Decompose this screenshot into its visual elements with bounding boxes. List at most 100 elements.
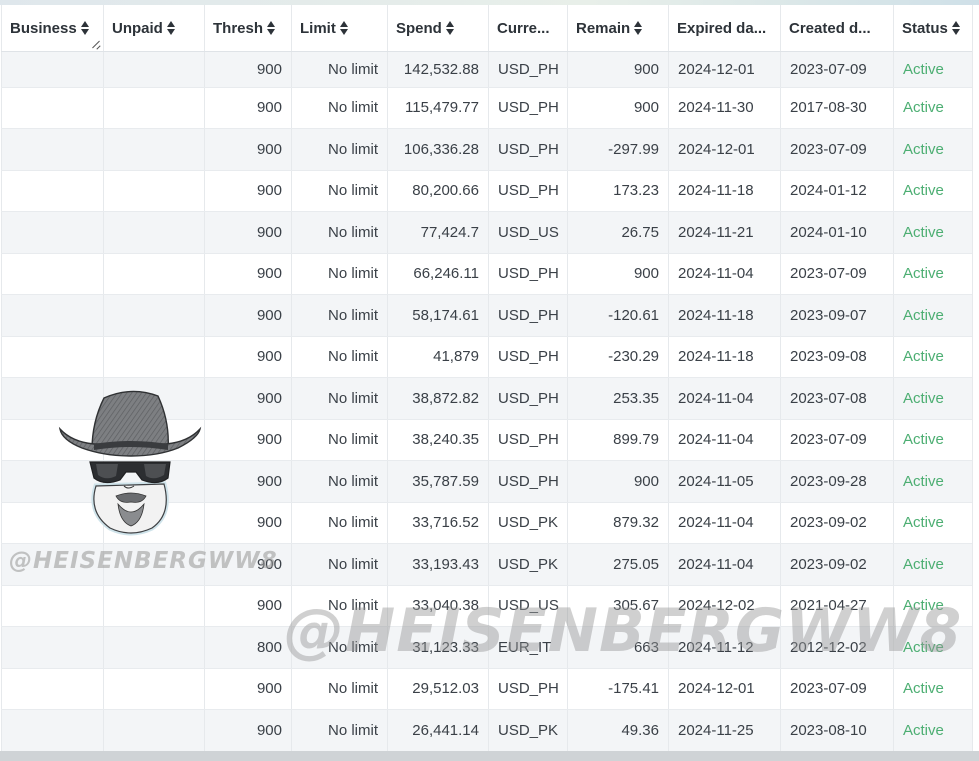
cell-spend: 33,193.43	[387, 543, 489, 586]
cell-limit: No limit	[291, 460, 388, 503]
column-header-spend[interactable]: Spend	[387, 5, 489, 52]
cell-limit: No limit	[291, 626, 388, 669]
cell-spend: 142,532.88	[387, 51, 489, 88]
sort-icon[interactable]	[951, 21, 961, 36]
table-row[interactable]: 900 No limit 115,479.77 USD_PH 900 2024-11-30…	[1, 87, 975, 129]
cell-created: 2023-07-09	[780, 128, 894, 171]
cell-business	[1, 170, 104, 212]
table-header: Business Unpaid Thresh Limit Spend Curre... Re…	[1, 5, 975, 52]
cell-status: Active	[893, 709, 975, 752]
cell-remain: 275.05	[567, 543, 669, 586]
accounts-table: Business Unpaid Thresh Limit Spend Curre... Re…	[1, 5, 975, 752]
cell-created: 2017-08-30	[780, 87, 894, 129]
cell-unpaid	[103, 294, 205, 337]
cell-created: 2024-01-12	[780, 170, 894, 212]
cell-remain: 900	[567, 51, 669, 88]
cell-unpaid	[103, 51, 205, 88]
sort-icon[interactable]	[339, 21, 349, 36]
table-row[interactable]: 800 No limit 31,123.33 EUR_IT 663 2024-11-12 2…	[1, 626, 975, 669]
cell-status: Active	[893, 419, 975, 461]
cell-spend: 29,512.03	[387, 668, 489, 710]
cell-currency: USD_PH	[488, 419, 568, 461]
cell-limit: No limit	[291, 128, 388, 171]
cell-expired: 2024-12-01	[668, 51, 781, 88]
cell-currency: USD_PH	[488, 668, 568, 710]
table-row[interactable]: 900 No limit 142,532.88 USD_PH 900 2024-12-01…	[1, 51, 975, 88]
sort-icon[interactable]	[445, 21, 455, 36]
column-header-unpaid[interactable]: Unpaid	[103, 5, 205, 52]
column-header-limit[interactable]: Limit	[291, 5, 388, 52]
table-row[interactable]: 900 No limit 38,240.35 USD_PH 899.79 2024-11-…	[1, 419, 975, 461]
column-header-remain[interactable]: Remain	[567, 5, 669, 52]
cell-currency: USD_PH	[488, 460, 568, 503]
column-header-thresh[interactable]: Thresh	[204, 5, 292, 52]
cell-status: Active	[893, 170, 975, 212]
cell-spend: 38,872.82	[387, 377, 489, 420]
table-row[interactable]: 900 No limit 38,872.82 USD_PH 253.35 2024-11-…	[1, 377, 975, 420]
table-row[interactable]: 900 No limit 41,879 USD_PH -230.29 2024-11-18…	[1, 336, 975, 378]
sort-icon[interactable]	[80, 21, 90, 36]
table-row[interactable]: 900 No limit 58,174.61 USD_PH -120.61 2024-11…	[1, 294, 975, 337]
sort-icon[interactable]	[166, 21, 176, 36]
table-row[interactable]: 900 No limit 35,787.59 USD_PH 900 2024-11-05 2…	[1, 460, 975, 503]
column-header-label: Expired da...	[677, 19, 767, 37]
cell-currency: USD_US	[488, 585, 568, 627]
cell-limit: No limit	[291, 170, 388, 212]
cell-status: Active	[893, 211, 975, 254]
cell-status: Active	[893, 668, 975, 710]
cell-business	[1, 585, 104, 627]
cell-limit: No limit	[291, 543, 388, 586]
cell-thresh: 900	[204, 585, 292, 627]
column-header-business[interactable]: Business	[1, 5, 104, 52]
table-row[interactable]: 900 No limit 77,424.7 USD_US 26.75 2024-11-21…	[1, 211, 975, 254]
table-row[interactable]: 900 No limit 106,336.28 USD_PH -297.99 2024-1…	[1, 128, 975, 171]
cell-remain: 173.23	[567, 170, 669, 212]
cell-business	[1, 211, 104, 254]
column-header-status[interactable]: Status	[893, 5, 975, 52]
table-row[interactable]: 900 No limit 66,246.11 USD_PH 900 2024-11-04 2…	[1, 253, 975, 295]
cell-thresh: 900	[204, 87, 292, 129]
table-row[interactable]: 900 No limit 80,200.66 USD_PH 173.23 2024-11-…	[1, 170, 975, 212]
cell-currency: USD_PH	[488, 51, 568, 88]
column-header-created-date[interactable]: Created d...	[780, 5, 894, 52]
horizontal-scrollbar[interactable]	[0, 751, 979, 761]
cell-unpaid	[103, 585, 205, 627]
table-right-edge	[972, 5, 979, 751]
cell-currency: USD_US	[488, 211, 568, 254]
cell-limit: No limit	[291, 336, 388, 378]
table-row[interactable]: 900 No limit 33,040.38 USD_US 305.67 2024-12-…	[1, 585, 975, 627]
cell-thresh: 900	[204, 211, 292, 254]
table-row[interactable]: 900 No limit 33,193.43 USD_PK 275.05 2024-11-…	[1, 543, 975, 586]
cell-spend: 33,040.38	[387, 585, 489, 627]
cell-created: 2021-04-27	[780, 585, 894, 627]
cell-thresh: 900	[204, 419, 292, 461]
cell-currency: USD_PH	[488, 377, 568, 420]
cell-limit: No limit	[291, 87, 388, 129]
cell-limit: No limit	[291, 377, 388, 420]
cell-created: 2023-09-02	[780, 502, 894, 544]
table-row[interactable]: 900 No limit 29,512.03 USD_PH -175.41 2024-12…	[1, 668, 975, 710]
column-header-label: Curre...	[497, 19, 550, 37]
cell-limit: No limit	[291, 585, 388, 627]
cell-unpaid	[103, 211, 205, 254]
cell-spend: 35,787.59	[387, 460, 489, 503]
cell-thresh: 900	[204, 502, 292, 544]
sort-icon[interactable]	[267, 21, 276, 36]
cell-expired: 2024-12-02	[668, 585, 781, 627]
cell-status: Active	[893, 543, 975, 586]
cell-created: 2024-01-10	[780, 211, 894, 254]
cell-limit: No limit	[291, 253, 388, 295]
cell-business	[1, 294, 104, 337]
column-header-label: Business	[10, 19, 77, 37]
sort-icon[interactable]	[634, 21, 643, 36]
column-header-expired-date[interactable]: Expired da...	[668, 5, 781, 52]
table-row[interactable]: 900 No limit 33,716.52 USD_PK 879.32 2024-11-…	[1, 502, 975, 544]
column-header-currency[interactable]: Curre...	[488, 5, 568, 52]
cell-expired: 2024-11-21	[668, 211, 781, 254]
cell-business	[1, 377, 104, 420]
cell-limit: No limit	[291, 294, 388, 337]
table-row[interactable]: 900 No limit 26,441.14 USD_PK 49.36 2024-11-2…	[1, 709, 975, 752]
column-resize-handle-icon[interactable]	[91, 40, 100, 49]
cell-expired: 2024-11-30	[668, 87, 781, 129]
cell-expired: 2024-11-25	[668, 709, 781, 752]
